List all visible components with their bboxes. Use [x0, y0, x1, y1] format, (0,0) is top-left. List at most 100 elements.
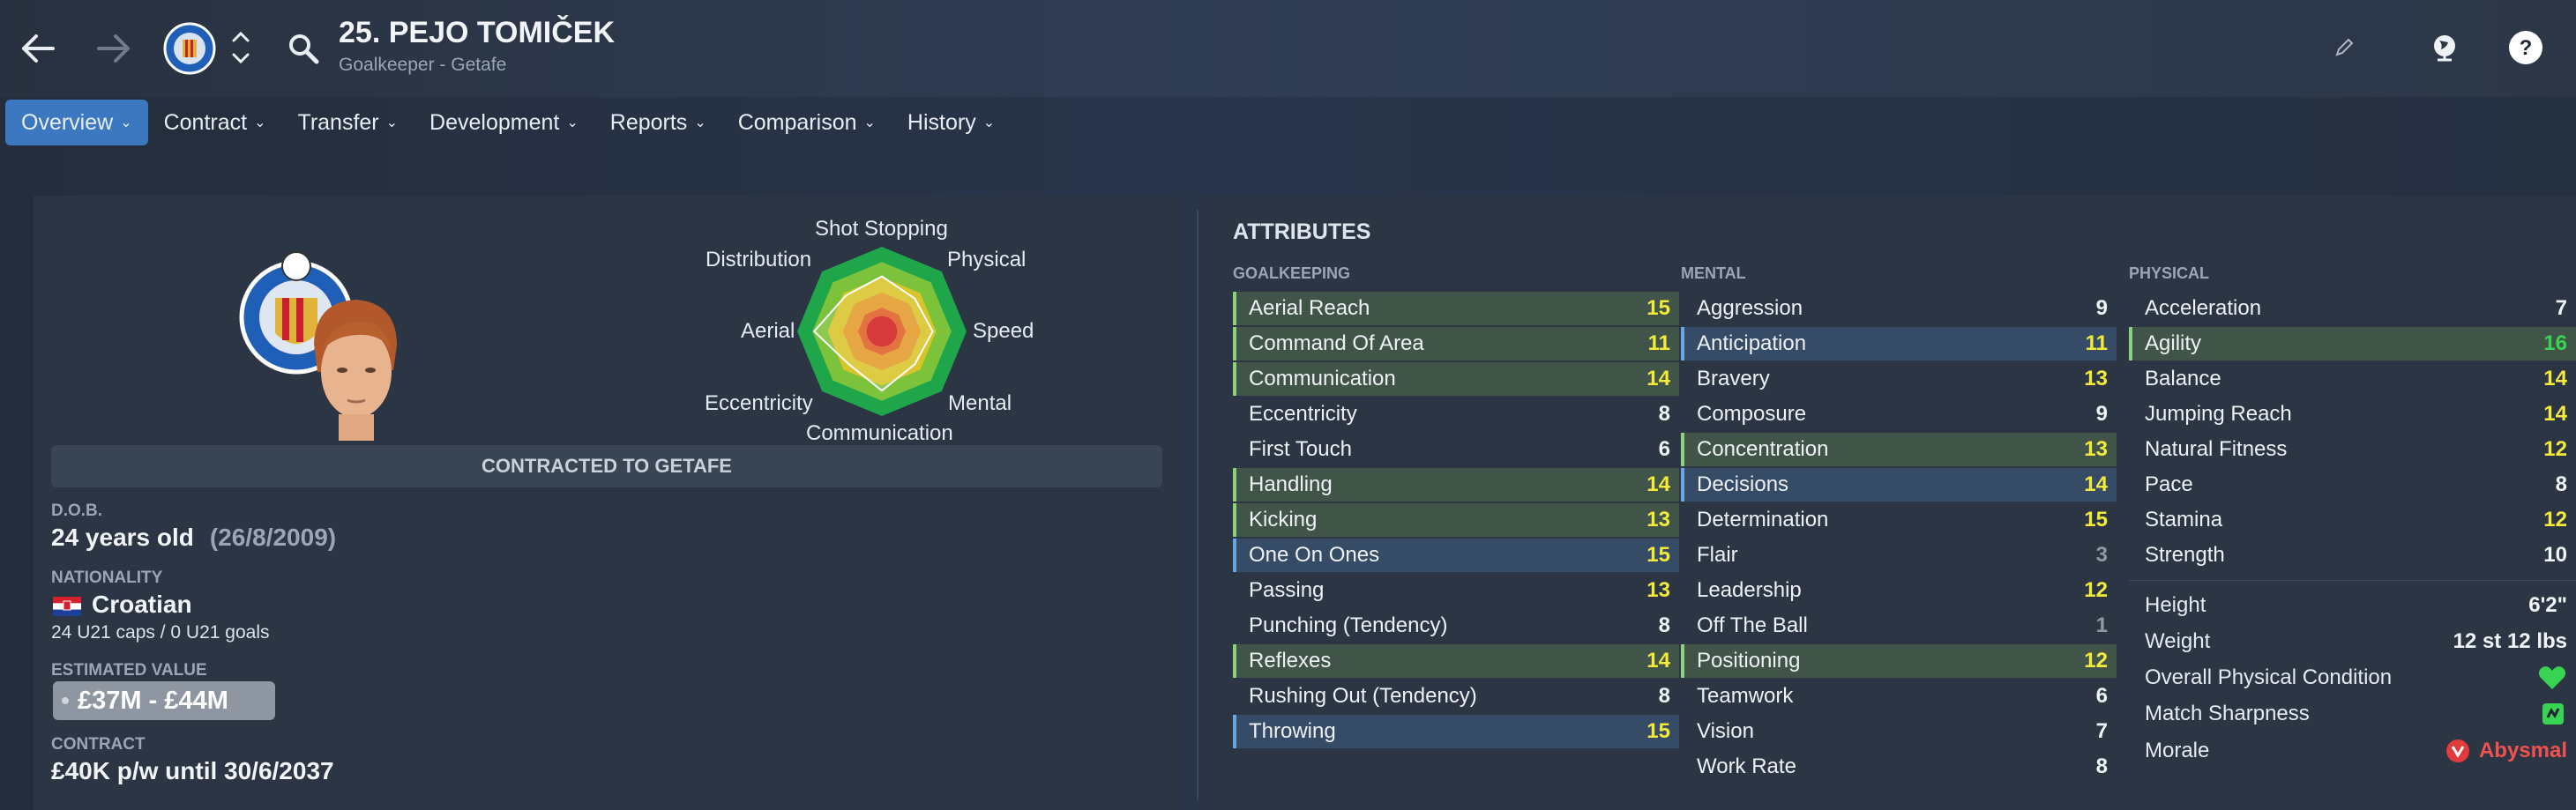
attribute-row[interactable]: Agility 16 [2129, 327, 2576, 360]
attribute-row[interactable]: Natural Fitness 12 [2129, 433, 2576, 466]
attribute-value: 9 [2095, 296, 2108, 320]
attribute-name: Work Rate [1697, 754, 1796, 778]
attribute-row[interactable]: One On Ones 15 [1233, 539, 1679, 572]
condition-row[interactable]: Overall Physical Condition [2129, 661, 2576, 695]
attribute-value: 7 [2555, 296, 2567, 320]
attribute-row[interactable]: Eccentricity 8 [1233, 398, 1679, 431]
attribute-row[interactable]: Stamina 12 [2129, 503, 2576, 537]
attribute-name: Stamina [2145, 508, 2223, 531]
attribute-row[interactable]: Vision 7 [1681, 715, 2117, 748]
arrow-left-icon [22, 34, 55, 63]
tab-reports[interactable]: Reports ⌄ [594, 100, 722, 145]
attribute-name: Natural Fitness [2145, 437, 2288, 461]
attribute-row[interactable]: Kicking 13 [1233, 503, 1679, 537]
player-face[interactable] [298, 291, 413, 441]
tab-development[interactable]: Development ⌄ [414, 100, 594, 145]
globe-icon [2434, 35, 2455, 62]
radar-label-communication: Communication [806, 421, 953, 445]
tab-comparison[interactable]: Comparison ⌄ [722, 100, 892, 145]
attribute-value: 14 [2543, 402, 2567, 426]
attribute-row[interactable]: Aggression 9 [1681, 292, 2117, 325]
attribute-row[interactable]: Communication 14 [1233, 362, 1679, 396]
attribute-row[interactable]: Command Of Area 11 [1233, 327, 1679, 360]
tab-label: Contract [163, 109, 248, 135]
help-button[interactable]: ? [2506, 28, 2545, 67]
player-switcher[interactable] [228, 26, 254, 69]
tab-contract[interactable]: Contract ⌄ [148, 100, 282, 145]
attribute-row[interactable]: Rushing Out (Tendency) 8 [1233, 680, 1679, 713]
tab-label: Transfer [297, 109, 379, 135]
club-badge-small[interactable] [162, 21, 217, 76]
attribute-value: 3 [2095, 543, 2108, 567]
sharpness-row[interactable]: Match Sharpness [2129, 697, 2576, 731]
back-button[interactable] [16, 26, 60, 71]
attribute-row[interactable]: Determination 15 [1681, 503, 2117, 537]
attribute-row[interactable]: Anticipation 11 [1681, 327, 2117, 360]
attribute-row[interactable]: Off The Ball 1 [1681, 609, 2117, 643]
attribute-name: Flair [1697, 543, 1738, 567]
attribute-value: 11 [1647, 331, 1670, 355]
attribute-name: Passing [1249, 578, 1325, 602]
attribute-value: 15 [1646, 296, 1670, 320]
morale-row[interactable]: Morale Abysmal [2129, 734, 2576, 768]
attribute-value: 15 [1646, 543, 1670, 567]
estimated-value: £37M - £44M [78, 686, 228, 715]
attribute-row[interactable]: Composure 9 [1681, 398, 2117, 431]
attribute-row[interactable]: Teamwork 6 [1681, 680, 2117, 713]
attribute-row[interactable]: Concentration 13 [1681, 433, 2117, 466]
attribute-row[interactable]: Balance 14 [2129, 362, 2576, 396]
attribute-name: Strength [2145, 543, 2225, 567]
attribute-row[interactable]: Strength 10 [2129, 539, 2576, 572]
attribute-row[interactable]: First Touch 6 [1233, 433, 1679, 466]
dob-label: D.O.B. [51, 502, 103, 520]
player-subtitle[interactable]: Goalkeeper - Getafe [339, 55, 506, 76]
attribute-row[interactable]: Pace 8 [2129, 468, 2576, 502]
attribute-name: Balance [2145, 367, 2221, 390]
nationality-label: NATIONALITY [51, 568, 163, 587]
attribute-name: Punching (Tendency) [1249, 613, 1448, 637]
attribute-row[interactable]: Decisions 14 [1681, 468, 2117, 502]
mental-heading: MENTAL [1681, 264, 1746, 282]
tab-transfer[interactable]: Transfer ⌄ [281, 100, 414, 145]
edit-button[interactable] [2328, 32, 2360, 63]
forward-button[interactable] [92, 26, 136, 71]
attribute-row[interactable]: Positioning 12 [1681, 644, 2117, 678]
attribute-value: 15 [1646, 719, 1670, 743]
attribute-row[interactable]: Aerial Reach 15 [1233, 292, 1679, 325]
panel-divider [1197, 210, 1198, 800]
attribute-row[interactable]: Throwing 15 [1233, 715, 1679, 748]
goalkeeping-heading: GOALKEEPING [1233, 264, 1351, 282]
attribute-row[interactable]: Jumping Reach 14 [2129, 398, 2576, 431]
tab-bar: Overview ⌄ Contract ⌄ Transfer ⌄ Developmen… [5, 100, 1011, 145]
tab-history[interactable]: History ⌄ [892, 100, 1011, 145]
height-label: Height [2145, 593, 2206, 617]
weight-value: 12 st 12 lbs [2453, 629, 2567, 653]
world-button[interactable] [2425, 28, 2464, 67]
attribute-row[interactable]: Handling 14 [1233, 468, 1679, 502]
attribute-row[interactable]: Work Rate 8 [1681, 750, 2117, 784]
attribute-row[interactable]: Reflexes 14 [1233, 644, 1679, 678]
tab-overview[interactable]: Overview ⌄ [5, 100, 148, 145]
value-label: ESTIMATED VALUE [51, 661, 207, 680]
attribute-row[interactable]: Passing 13 [1233, 574, 1679, 607]
radar-label-shot-stopping: Shot Stopping [815, 217, 948, 241]
attribute-value: 14 [1646, 649, 1670, 673]
radar-label-speed: Speed [973, 319, 1034, 343]
radar-label-eccentricity: Eccentricity [705, 391, 813, 415]
attribute-value: 13 [2084, 437, 2108, 461]
search-icon [289, 34, 319, 64]
pencil-icon [2335, 38, 2354, 56]
nationality-value[interactable]: Croatian [92, 591, 192, 619]
attribute-value: 14 [1646, 367, 1670, 390]
search-button[interactable] [284, 29, 323, 68]
contract-value: £40K p/w until 30/6/2037 [51, 757, 334, 784]
attribute-row[interactable]: Leadership 12 [1681, 574, 2117, 607]
attribute-row[interactable]: Flair 3 [1681, 539, 2117, 572]
radar-label-aerial: Aerial [741, 319, 795, 343]
attribute-row[interactable]: Bravery 13 [1681, 362, 2117, 396]
radar-label-distribution: Distribution [706, 248, 812, 271]
attribute-name: Bravery [1697, 367, 1770, 390]
attribute-row[interactable]: Acceleration 7 [2129, 292, 2576, 325]
estimated-value-badge[interactable]: £37M - £44M [53, 681, 275, 720]
attribute-row[interactable]: Punching (Tendency) 8 [1233, 609, 1679, 643]
